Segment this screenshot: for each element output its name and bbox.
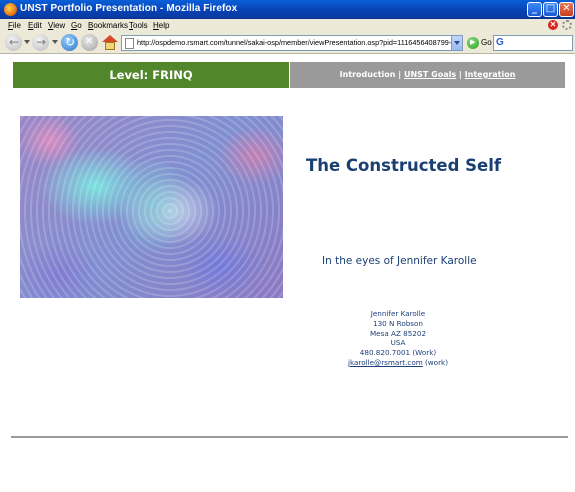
portrait-ripple-texture [20,116,283,298]
home-wall-shape [105,42,115,50]
menu-view[interactable]: View [48,21,65,30]
page-icon [125,38,134,49]
forward-arrow-icon[interactable] [32,34,49,51]
nav-link-unst-goals[interactable]: UNST Goals [404,70,456,79]
nav-separator: | [456,70,465,79]
contact-email-link[interactable]: jkarolle@rsmart.com [348,358,423,367]
contact-street: 130 N Robson [373,318,423,328]
forward-history-caret-icon[interactable] [52,40,58,44]
contact-city: Mesa AZ 85202 [369,328,427,338]
close-button[interactable]: ✕ [559,2,574,17]
menu-go[interactable]: Go [71,21,82,30]
window-title-bar: UNST Portfolio Presentation - Mozilla Fi… [0,0,575,19]
address-dropdown-icon[interactable] [451,36,462,50]
contact-block: Jennifer Karolle 130 N Robson Mesa AZ 85… [330,309,466,368]
home-roof-shape [102,35,118,42]
minimize-button[interactable]: _ [527,2,542,17]
go-icon[interactable] [467,37,479,49]
page-subtitle: In the eyes of Jennifer Karolle [322,255,477,267]
maximize-button[interactable]: □ [543,2,558,17]
nav-link-introduction[interactable]: Introduction [340,70,396,79]
reload-icon[interactable] [61,34,78,51]
navigation-toolbar: http://ospdemo.rsmart.com/tunnel/sakai-o… [0,32,575,54]
go-label[interactable]: Go [481,38,492,47]
search-input[interactable]: G [493,35,573,51]
firefox-logo-icon [4,3,17,16]
contact-country: USA [390,338,406,348]
stop-badge-icon: ✕ [548,20,558,30]
contact-email-suffix: (work) [422,357,449,367]
window-title: UNST Portfolio Presentation - Mozilla Fi… [20,3,238,14]
nav-separator: | [395,70,404,79]
stop-icon[interactable] [81,34,98,51]
menu-tools[interactable]: Tools [129,21,148,30]
address-url[interactable]: http://ospdemo.rsmart.com/tunnel/sakai-o… [137,38,453,47]
section-nav: Introduction | UNST Goals | Integration [290,62,565,88]
contact-name: Jennifer Karolle [370,309,426,318]
contact-phone: 480.820.7001 (Work) [359,348,437,358]
menu-help[interactable]: Help [153,21,169,30]
portrait-image [20,116,283,298]
page-content: Level: FRINQ Introduction | UNST Goals |… [0,55,575,492]
nav-link-integration[interactable]: Integration [465,70,516,79]
menu-edit[interactable]: Edit [28,21,42,30]
footer-divider [11,436,568,438]
back-arrow-icon[interactable] [5,34,22,51]
throbber-icon [562,20,572,30]
address-bar[interactable]: http://ospdemo.rsmart.com/tunnel/sakai-o… [121,35,463,51]
menu-bookmarks[interactable]: Bookmarks [88,21,128,30]
page-title: The Constructed Self [306,156,502,175]
contact-email-line: jkarolle@rsmart.com (work) [330,358,466,368]
google-search-icon: G [496,37,504,48]
level-header: Level: FRINQ [13,62,289,88]
menu-bar: File Edit View Go Bookmarks Tools Help ✕ [0,19,575,32]
home-icon[interactable] [101,34,118,51]
back-history-caret-icon[interactable] [24,40,30,44]
menu-file[interactable]: File [8,21,21,30]
